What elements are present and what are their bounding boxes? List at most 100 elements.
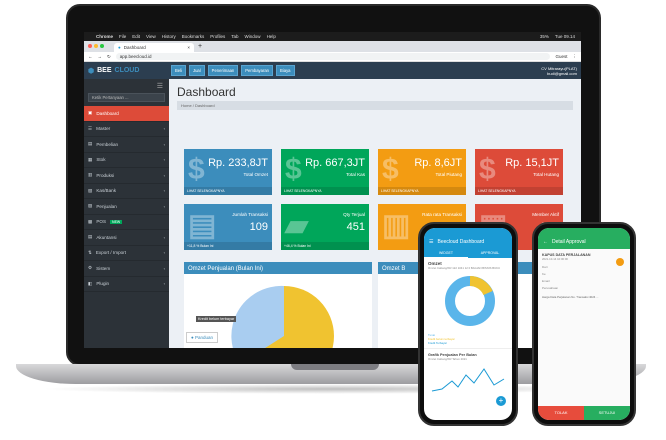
stat-card-kas[interactable]: $ Rp. 667,3JT Total Kas LIHAT SELENGKAPN…: [281, 149, 369, 195]
sidebar-item-produksi[interactable]: ▥ Produksi ‹: [84, 168, 169, 184]
phone-tabs: WIDGET APPROVAL: [424, 249, 512, 258]
status-badge-icon: [616, 258, 624, 266]
menu-file[interactable]: File: [119, 34, 126, 39]
sidebar-item-penjualan[interactable]: ▨ Penjualan ‹: [84, 199, 169, 215]
card-value: Rp. 667,3JT: [305, 157, 365, 169]
url-field[interactable]: app.beecloud.id: [115, 53, 551, 60]
sidebar-item-pos[interactable]: ▩ POS NEW: [84, 215, 169, 230]
chevron-left-icon: ‹: [163, 203, 165, 209]
pos-icon: ▩: [88, 218, 93, 224]
menu-icon[interactable]: ☰: [429, 239, 433, 245]
add-fab-button[interactable]: +: [496, 396, 506, 406]
reload-icon[interactable]: ↻: [107, 54, 111, 60]
dollar-icon: $: [285, 153, 302, 186]
brand-cloud: CLOUD: [114, 67, 140, 74]
menu-tab[interactable]: Tab: [231, 34, 238, 39]
phone-statusbar: [424, 228, 512, 235]
menu-view[interactable]: View: [146, 34, 156, 39]
plugin-icon: ◧: [88, 280, 93, 286]
tab-title: Dashboard: [123, 45, 146, 50]
sidebar-item-master[interactable]: ☰ Master ‹: [84, 122, 169, 137]
browser-tabbar: ● Dashboard × +: [84, 41, 581, 52]
menu-edit[interactable]: Edit: [132, 34, 140, 39]
stat-card-piutang[interactable]: $ Rp. 8,6JT Total Piutang LIHAT SELENGKA…: [378, 149, 466, 195]
box-icon: ▦: [88, 156, 93, 162]
browser-menu-icon[interactable]: ⋮: [573, 54, 578, 60]
stat-card-omzet[interactable]: $ Rp. 233,8JT Total Omzet LIHAT SELENGKA…: [184, 149, 272, 195]
card-label: Jumlah Transaksi: [232, 212, 268, 217]
tab-approval[interactable]: APPROVAL: [468, 249, 512, 258]
menu-window[interactable]: Window: [245, 34, 261, 39]
menu-help[interactable]: Help: [267, 34, 276, 39]
brand-logo[interactable]: ⬢ BEE CLOUD: [88, 67, 168, 75]
sidebar-search-input[interactable]: Ketik Pertanyaan ...: [88, 93, 165, 102]
sidebar-item-export-import[interactable]: ⇅ Export / Import ‹: [84, 246, 169, 261]
reject-button[interactable]: TOLAK: [538, 406, 584, 420]
stat-card-qty[interactable]: ▰ Qty Terjual 451 +46,4 % Bulan Ini: [281, 204, 369, 250]
page-title: Dashboard: [177, 85, 236, 99]
panduan-button[interactable]: ● Panduan: [186, 332, 219, 343]
sidebar-item-sistem[interactable]: ⚙ Sistem ‹: [84, 261, 169, 277]
forward-icon[interactable]: →: [98, 54, 103, 59]
sidebar-item-kasbank[interactable]: ▧ Kas/Bank ‹: [84, 184, 169, 199]
tab-close-icon[interactable]: ×: [187, 45, 190, 50]
maximize-window-icon[interactable]: [100, 44, 104, 48]
grafik-line: [431, 368, 505, 392]
user-menu[interactable]: CV Mitrarayu(PLAT) budi@gmail.com: [541, 66, 577, 76]
browser-tab[interactable]: ● Dashboard ×: [114, 43, 194, 52]
sidebar-item-dashboard[interactable]: ▣ Dashboard: [84, 106, 169, 122]
sidebar-item-akuntansi[interactable]: ▤ Akuntansi ‹: [84, 230, 169, 246]
cart-icon: ▤: [88, 141, 93, 147]
sidebar-item-pembelian[interactable]: ▤ Pembelian ‹: [84, 137, 169, 153]
menu-bookmarks[interactable]: Bookmarks: [182, 34, 205, 39]
nav-penerimaan-button[interactable]: Penerimaan: [207, 65, 239, 76]
tab-widget[interactable]: WIDGET: [424, 249, 468, 258]
url-text: app.beecloud.id: [119, 54, 152, 59]
nav-jual-button[interactable]: Jual: [188, 65, 205, 76]
user-email: budi@gmail.com: [547, 70, 577, 76]
mac-menubar: Chrome File Edit View History Bookmarks …: [84, 32, 581, 41]
nav-beli-button[interactable]: Beli: [171, 65, 186, 76]
phone-approval: ← Detail Approval KAPUS DATA PERJALANAN …: [532, 222, 636, 426]
nav-pembayaran-button[interactable]: Pembayaran: [241, 65, 274, 76]
approval-detail: KAPUS DATA PERJALANAN 2021-10-14 10:00:0…: [538, 249, 630, 303]
phone-title: Beecloud Dashboard: [437, 239, 485, 245]
address-bar: ← → ↻ app.beecloud.id Guest ⋮: [84, 52, 581, 62]
phone-header: ☰ Beecloud Dashboard: [424, 235, 512, 249]
back-arrow-icon[interactable]: ←: [543, 239, 548, 245]
stat-card-hutang[interactable]: $ Rp. 15,1JT Total Hutang LIHAT SELENGKA…: [475, 149, 563, 195]
sales-icon: ▨: [88, 203, 93, 209]
chart-icon: ▥: [382, 209, 411, 242]
new-tab-icon[interactable]: +: [198, 43, 202, 50]
nav-biaya-button[interactable]: Biaya: [276, 65, 295, 76]
dollar-icon: $: [188, 153, 205, 186]
bank-icon: ▧: [88, 187, 93, 193]
menu-profiles[interactable]: Profiles: [210, 34, 225, 39]
card-value: Rp. 15,1JT: [505, 157, 559, 169]
phone-title: Detail Approval: [552, 239, 586, 245]
card-footer-link[interactable]: LIHAT SELENGKAPNYA: [184, 187, 272, 195]
close-window-icon[interactable]: [88, 44, 92, 48]
sidebar-item-plugin[interactable]: ◧ Plugin ‹: [84, 277, 169, 292]
battery-status: 35%: [539, 34, 549, 39]
menu-history[interactable]: History: [162, 34, 176, 39]
sidebar-item-label: Sistem: [96, 265, 111, 271]
menu-chrome[interactable]: Chrome: [96, 34, 113, 39]
transfer-icon: ⇅: [88, 249, 92, 255]
approve-button[interactable]: SETUJUI: [584, 406, 630, 420]
breadcrumb-home[interactable]: Home: [181, 103, 192, 108]
card-value: Rp. 8,6JT: [414, 157, 462, 169]
sidebar-item-stok[interactable]: ▦ Stok ‹: [84, 153, 169, 168]
chevron-left-icon: ‹: [163, 141, 165, 147]
phone-screen: ← Detail Approval KAPUS DATA PERJALANAN …: [538, 228, 630, 420]
back-icon[interactable]: ←: [88, 54, 93, 59]
chevron-left-icon: ‹: [163, 188, 165, 194]
card-footer-link[interactable]: LIHAT SELENGKAPNYA: [378, 187, 466, 195]
card-footer-link[interactable]: LIHAT SELENGKAPNYA: [281, 187, 369, 195]
stat-card-transaksi[interactable]: ▤ Jumlah Transaksi 109 +11,8 % Bulan Ini: [184, 204, 272, 250]
card-footer-link[interactable]: LIHAT SELENGKAPNYA: [475, 187, 563, 195]
minimize-window-icon[interactable]: [94, 44, 98, 48]
hamburger-icon[interactable]: ☰: [157, 82, 163, 90]
guest-profile[interactable]: Guest: [555, 54, 567, 59]
top-navbar: ⬢ BEE CLOUD Beli Jual Penerimaan Pembayar…: [84, 62, 581, 79]
